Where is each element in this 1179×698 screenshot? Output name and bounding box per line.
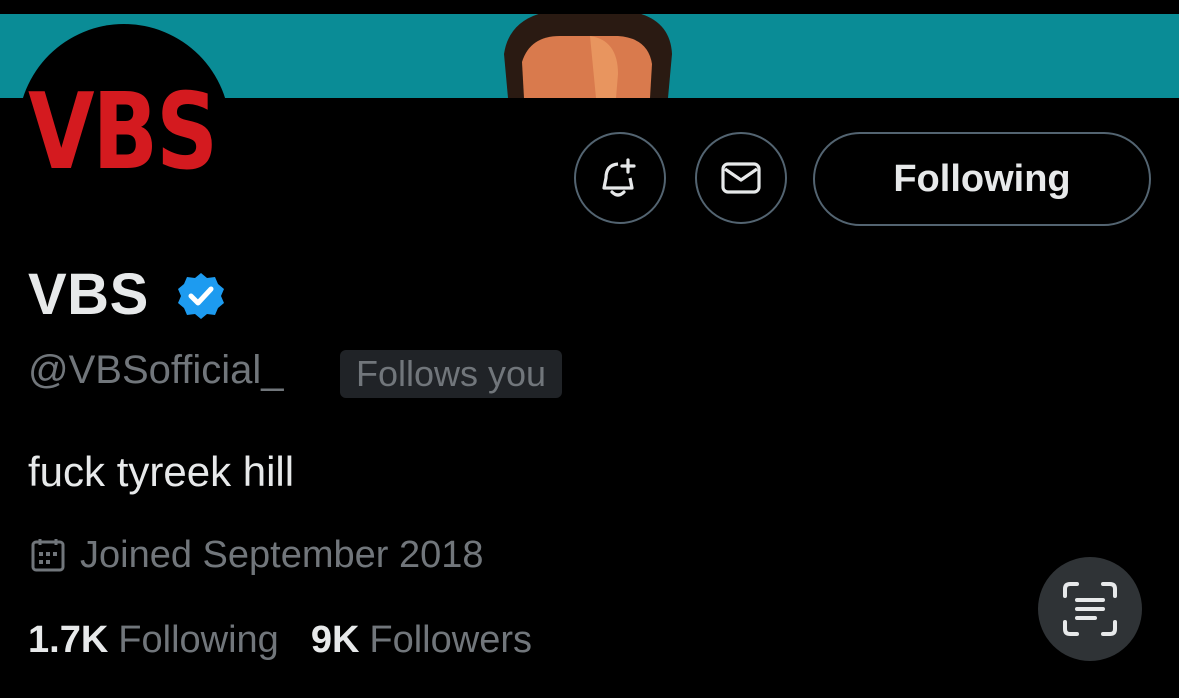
- following-count[interactable]: 1.7K: [28, 619, 108, 662]
- follow-stats: 1.7K Following 9K Followers: [28, 615, 564, 665]
- profile-bio: fuck tyreek hill: [28, 448, 295, 495]
- following-button[interactable]: Following: [813, 132, 1151, 226]
- envelope-icon: [721, 162, 761, 194]
- following-label[interactable]: Following: [118, 619, 279, 662]
- joined-date: Joined September 2018: [30, 530, 484, 580]
- banner-illustration: [504, 14, 672, 98]
- bell-plus-icon: [602, 158, 636, 197]
- follows-you-badge: Follows you: [340, 350, 563, 398]
- calendar-icon: [31, 539, 65, 572]
- avatar-logo-text: VBS: [28, 71, 216, 193]
- user-handle: @VBSofficial_: [28, 348, 284, 392]
- followers-count[interactable]: 9K: [311, 619, 360, 662]
- followers-label[interactable]: Followers: [369, 619, 532, 662]
- display-name: VBS: [28, 262, 149, 327]
- profile-avatar[interactable]: VBS: [18, 24, 230, 236]
- vbs-logo: VBS: [28, 71, 218, 193]
- notifications-button[interactable]: [574, 132, 666, 224]
- top-strip: [0, 0, 1179, 14]
- joined-text: Joined September 2018: [80, 533, 484, 576]
- text-scan-button[interactable]: [1038, 557, 1142, 661]
- message-button[interactable]: [695, 132, 787, 224]
- text-scan-icon: [1063, 582, 1117, 636]
- verified-badge-icon[interactable]: [176, 271, 226, 321]
